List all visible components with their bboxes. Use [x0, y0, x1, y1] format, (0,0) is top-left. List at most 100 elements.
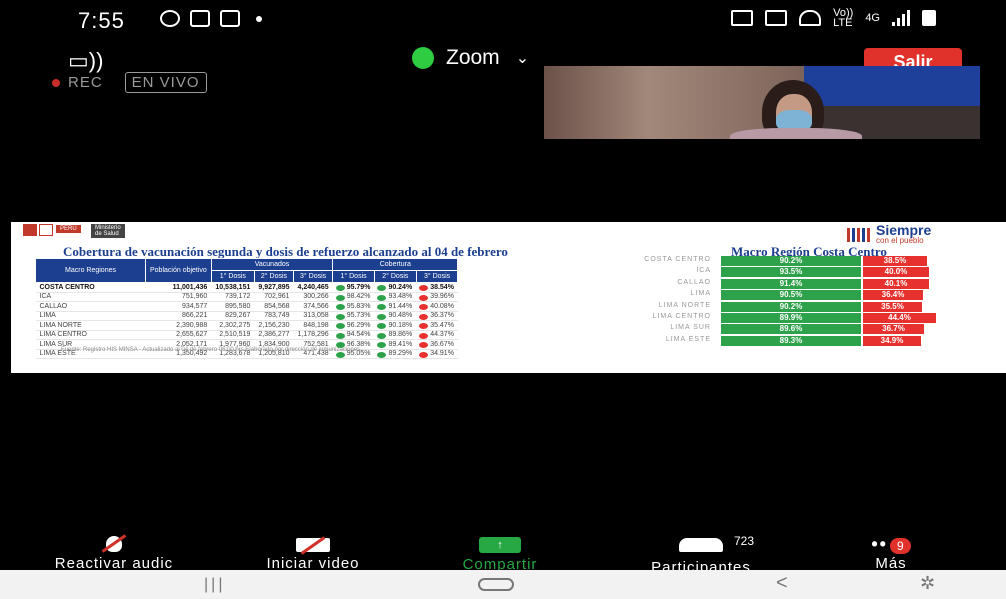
status-dot-icon: [419, 351, 429, 358]
bar-row: LIMA NORTE 90.2% 35.5%: [611, 301, 1001, 312]
cell-coverage2: 93.48%: [374, 292, 417, 302]
subcol-dose: 3° Dosis: [293, 270, 334, 283]
cell-coverage2-value: 91.44%: [388, 302, 413, 310]
status-bar: 7:55 Vo)) LTE 4G: [0, 0, 1006, 36]
speaker-icon[interactable]: ▭)): [68, 48, 103, 74]
peru-flag-icon: [39, 224, 53, 236]
third-dose-bar: 35.5%: [863, 301, 922, 312]
share-button[interactable]: ↑ Compartir: [440, 530, 560, 574]
cell-coverage2: 89.41%: [374, 339, 417, 350]
cell-dose2: 2,386,277: [254, 330, 294, 340]
rec-dot-icon: [52, 79, 60, 87]
cell-dose2: 702,961: [254, 292, 294, 302]
cell-coverage2-value: 93.48%: [388, 293, 413, 301]
cell-dose1: 2,510,519: [211, 330, 255, 340]
video-slash: [300, 536, 326, 555]
status-dot-icon: [377, 332, 387, 339]
cell-coverage1-value: 95.73%: [346, 312, 371, 320]
cell-coverage3-value: 40.08%: [430, 302, 454, 310]
status-dot-icon: [419, 332, 429, 339]
cell-coverage3-value: 38.54%: [430, 283, 454, 291]
cell-dose2-value: 2,156,230: [258, 321, 290, 329]
second-dose-value: 91.4%: [779, 278, 803, 288]
cell-coverage1-value: 98.42%: [346, 293, 371, 301]
cell-dose1-value: 10,538,151: [215, 283, 251, 291]
cell-dose2: 854,568: [254, 301, 294, 312]
status-dot-icon: [335, 285, 345, 291]
second-dose-value: 89.6%: [779, 324, 803, 334]
cell-region: COSTA CENTRO: [35, 282, 146, 293]
status-dot-icon: [335, 294, 345, 301]
cell-dose3-value: 1,178,296: [297, 331, 329, 339]
cell-dose2: 2,156,230: [254, 320, 294, 331]
cell-population-value: 934,577: [182, 302, 208, 310]
bar-region-label: LIMA SUR: [670, 324, 711, 332]
second-dose-value: 89.9%: [779, 312, 803, 322]
third-dose-value: 40.0%: [884, 267, 908, 277]
status-dot-icon: [335, 323, 345, 329]
unmute-button[interactable]: Reactivar audic: [14, 530, 214, 573]
more-badge: 9: [889, 538, 911, 554]
subcol-dose: 1° Dosis: [210, 270, 255, 283]
bar-region-label: LIMA: [690, 290, 711, 298]
bar-row: LIMA 90.5% 36.4%: [611, 290, 1001, 301]
accessibility-icon[interactable]: ✲: [920, 573, 935, 594]
table-row: CALLAO 934,577 895,580 854,568 374,566 95.83%…: [35, 301, 458, 312]
cell-coverage2: 91.44%: [374, 301, 417, 312]
cell-coverage1: 94.54%: [332, 330, 375, 340]
third-dose-bar: 40.1%: [863, 278, 929, 289]
start-video-button[interactable]: Iniciar video: [228, 530, 398, 573]
siempre-logo: Siempre con el pueblo: [847, 223, 931, 245]
status-dot-icon: [419, 285, 429, 291]
cell-dose3-value: 313,058: [303, 312, 329, 320]
table-row: LIMA CENTRO 2,655,627 2,510,519 2,386,277 1,…: [35, 330, 458, 340]
home-icon[interactable]: [478, 578, 514, 591]
meeting-controls: Reactivar audic Iniciar video ↑ Comparti…: [0, 530, 1006, 576]
status-dot-icon: [335, 304, 345, 310]
meeting-title[interactable]: Zoom ⌄: [412, 46, 529, 70]
cell-coverage3: 44.37%: [416, 330, 458, 340]
cell-population: 751,960: [145, 292, 212, 302]
table-row: LIMA NORTE 2,390,988 2,302,275 2,156,230 848…: [35, 320, 458, 331]
cell-coverage1-value: 95.83%: [346, 302, 371, 310]
cell-dose1: 2,302,275: [211, 320, 255, 331]
cell-coverage2-value: 89.86%: [388, 331, 413, 339]
volte-indicator: Vo)) LTE: [833, 7, 854, 29]
cell-dose1-value: 829,267: [225, 312, 251, 320]
cell-dose2-value: 9,927,895: [258, 283, 290, 291]
cell-coverage3: 40.08%: [416, 301, 458, 312]
cell-coverage1-value: 96.29%: [346, 321, 371, 329]
cell-region: ICA: [35, 292, 146, 302]
slide-header: PERÚ Ministerio de Salud Siempre con el …: [11, 222, 1006, 246]
cell-coverage2-value: 90.18%: [388, 321, 413, 329]
third-dose-bar: 34.9%: [863, 335, 921, 346]
participant-video-tile[interactable]: [544, 66, 980, 139]
battery-icon: [922, 10, 936, 26]
cell-region-value: COSTA CENTRO: [39, 283, 95, 291]
cell-coverage3-value: 44.37%: [430, 331, 454, 339]
bar-region-label: ICA: [696, 267, 711, 275]
status-dot-icon: [419, 313, 429, 320]
more-button[interactable]: •• 9 Más: [846, 530, 936, 572]
recent-apps-icon[interactable]: |||: [204, 576, 225, 594]
second-dose-bar: 89.3%: [721, 335, 861, 346]
back-icon[interactable]: <: [776, 572, 788, 595]
cell-coverage1-value: 95.79%: [346, 283, 371, 291]
cell-region-value: CALLAO: [39, 302, 68, 310]
cell-coverage2: 90.24%: [374, 282, 417, 293]
video-off-icon: [296, 536, 330, 555]
cell-dose2-value: 854,568: [264, 302, 290, 310]
cell-coverage1-value: 94.54%: [346, 331, 371, 339]
cell-coverage2: 90.18%: [374, 320, 417, 331]
status-dot-icon: [377, 294, 387, 301]
cell-region-value: LIMA NORTE: [39, 321, 82, 329]
message-icon: [190, 10, 210, 27]
cell-dose2: 9,927,895: [254, 282, 294, 293]
peru-label: PERÚ: [56, 225, 81, 233]
mute-slash: [101, 534, 127, 553]
second-dose-value: 90.5%: [779, 290, 803, 300]
share-arrow-icon: ↑: [479, 537, 521, 553]
ministry-label: Ministerio de Salud: [91, 224, 125, 238]
chevron-down-icon: ⌄: [515, 50, 530, 67]
bar-row: COSTA CENTRO 90.2% 38.5%: [611, 256, 1001, 266]
